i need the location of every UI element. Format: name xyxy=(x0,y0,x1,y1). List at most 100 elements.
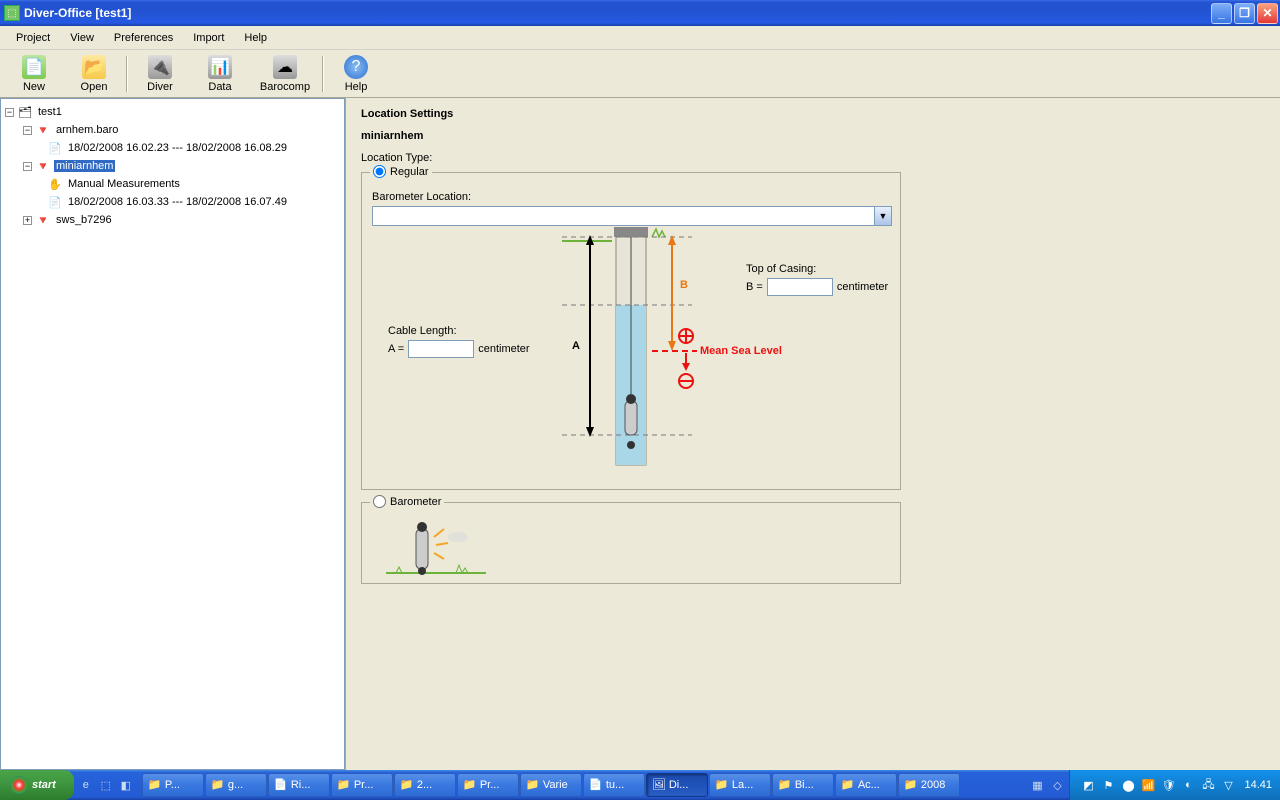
tree-panel[interactable]: − 🗂 test1 − 🔻 arnhem.baro 📄 18/02/2008 1… xyxy=(0,98,345,770)
help-icon: ? xyxy=(344,55,368,79)
app-icon: ⬚ xyxy=(4,5,20,21)
menu-project[interactable]: Project xyxy=(6,29,60,47)
toolbar-open-label: Open xyxy=(81,81,108,93)
maximize-button[interactable]: ❐ xyxy=(1234,3,1255,24)
toolbar-data-label: Data xyxy=(208,81,231,93)
taskbar-clock[interactable]: 14.41 xyxy=(1244,779,1272,791)
taskbar-item[interactable]: 📁La... xyxy=(709,773,771,797)
taskbar-item[interactable]: 📁Pr... xyxy=(331,773,393,797)
tree-node-sws[interactable]: + 🔻 sws_b7296 xyxy=(1,211,344,229)
expand-icon[interactable]: + xyxy=(23,216,32,225)
taskbar-item-label: P... xyxy=(165,779,180,791)
barometer-diagram xyxy=(386,519,496,579)
tree-node-manual[interactable]: ✋ Manual Measurements xyxy=(1,175,344,193)
barocomp-icon: ☁ xyxy=(273,55,297,79)
cable-length-block: Cable Length: A = centimeter xyxy=(388,325,530,358)
menu-import[interactable]: Import xyxy=(183,29,234,47)
tray-icon[interactable]: ◐ xyxy=(1180,777,1196,793)
taskbar-item[interactable]: 📁Pr... xyxy=(457,773,519,797)
tree-node-label: miniarnhem xyxy=(54,160,115,172)
location-type-label: Location Type: xyxy=(361,152,1268,164)
toolbar-separator xyxy=(126,56,128,92)
toolbar-barocomp[interactable]: ☁ Barocomp xyxy=(250,52,320,96)
taskbar-item-label: g... xyxy=(228,779,243,791)
close-button[interactable]: ✕ xyxy=(1257,3,1278,24)
cable-length-input[interactable] xyxy=(408,340,474,358)
collapse-icon[interactable]: − xyxy=(23,162,32,171)
tree-node-label: Manual Measurements xyxy=(66,178,182,190)
desktop-icon[interactable]: ⬚ xyxy=(97,776,115,794)
taskbar-item[interactable]: 📁Varie xyxy=(520,773,582,797)
toolbar-diver-label: Diver xyxy=(147,81,173,93)
collapse-icon[interactable]: − xyxy=(23,126,32,135)
toolbar: 📄 New 📂 Open 🔌 Diver 📊 Data ☁ Barocomp ?… xyxy=(0,50,1280,98)
tree-node-arnhem-data[interactable]: 📄 18/02/2008 16.02.23 --- 18/02/2008 16.… xyxy=(1,139,344,157)
taskbar-item-icon: 📁 xyxy=(715,778,729,792)
regular-radio[interactable] xyxy=(373,165,386,178)
tree-node-label: sws_b7296 xyxy=(54,214,114,226)
a-unit-label: centimeter xyxy=(478,343,529,355)
page-subtitle: miniarnhem xyxy=(361,130,1268,142)
collapse-icon[interactable]: − xyxy=(5,108,14,117)
taskbar-item[interactable]: 🖼Di... xyxy=(646,773,708,797)
toolbar-open[interactable]: 📂 Open xyxy=(64,52,124,96)
toolbar-new-label: New xyxy=(23,81,45,93)
toolbar-new[interactable]: 📄 New xyxy=(4,52,64,96)
minimize-button[interactable]: _ xyxy=(1211,3,1232,24)
ie-icon[interactable]: е xyxy=(77,776,95,794)
start-button[interactable]: start xyxy=(0,770,74,800)
data-icon: 📊 xyxy=(208,55,232,79)
barometer-radio-row[interactable]: Barometer xyxy=(370,495,444,508)
content-panel: Location Settings miniarnhem Location Ty… xyxy=(349,98,1280,770)
tray-icon[interactable]: 📶 xyxy=(1140,777,1156,793)
toolbar-data[interactable]: 📊 Data xyxy=(190,52,250,96)
toolbar-help-label: Help xyxy=(345,81,368,93)
manual-icon: ✋ xyxy=(47,176,63,192)
taskbar: start е ⬚ ◧ 📁P...📁g...📄Ri...📁Pr...📁2...📁… xyxy=(0,770,1280,800)
taskbar-item-icon: 📄 xyxy=(589,778,603,792)
toolbar-diver[interactable]: 🔌 Diver xyxy=(130,52,190,96)
app-icon[interactable]: ◧ xyxy=(117,776,135,794)
tray-icon[interactable]: ◩ xyxy=(1080,777,1096,793)
taskbar-item[interactable]: 📁P... xyxy=(142,773,204,797)
taskbar-item-label: 2008 xyxy=(921,779,945,791)
regular-radio-row[interactable]: Regular xyxy=(370,165,432,178)
taskbar-item[interactable]: 📁g... xyxy=(205,773,267,797)
taskbar-item[interactable]: 📁2... xyxy=(394,773,456,797)
taskbar-item[interactable]: 📄Ri... xyxy=(268,773,330,797)
taskbar-item-icon: 🖼 xyxy=(652,778,666,792)
tray-icon[interactable]: ⬤ xyxy=(1120,777,1136,793)
well-diagram: A B Mean Sea Level xyxy=(552,223,882,473)
start-label: start xyxy=(32,779,56,791)
tray-icon[interactable]: 🖧 xyxy=(1200,777,1216,793)
tree-node-miniarnhem-data[interactable]: 📄 18/02/2008 16.03.33 --- 18/02/2008 16.… xyxy=(1,193,344,211)
taskbar-item-icon: 📁 xyxy=(337,778,351,792)
tray-icon[interactable]: ⚑ xyxy=(1100,777,1116,793)
barometer-radio[interactable] xyxy=(373,495,386,508)
extra-icons: ▦ ◇ xyxy=(1025,776,1069,794)
taskbar-item[interactable]: 📁Bi... xyxy=(772,773,834,797)
taskbar-item-icon: 📁 xyxy=(841,778,855,792)
toolbar-help[interactable]: ? Help xyxy=(326,52,386,96)
tree-node-miniarnhem[interactable]: − 🔻 miniarnhem xyxy=(1,157,344,175)
tray-icon[interactable]: 🛡 xyxy=(1160,777,1176,793)
taskbar-item[interactable]: 📁2008 xyxy=(898,773,960,797)
menu-preferences[interactable]: Preferences xyxy=(104,29,183,47)
taskbar-item-icon: 📁 xyxy=(463,778,477,792)
taskbar-item[interactable]: 📄tu... xyxy=(583,773,645,797)
tray-extra-icon[interactable]: ▦ xyxy=(1028,776,1046,794)
tree-root[interactable]: − 🗂 test1 xyxy=(1,103,344,121)
taskbar-item[interactable]: 📁Ac... xyxy=(835,773,897,797)
taskbar-item-label: La... xyxy=(732,779,753,791)
taskbar-item-label: Di... xyxy=(669,779,689,791)
tray-extra-icon[interactable]: ◇ xyxy=(1048,776,1066,794)
taskbar-item-label: Pr... xyxy=(354,779,374,791)
tray-icon[interactable]: ▽ xyxy=(1220,777,1236,793)
menu-help[interactable]: Help xyxy=(234,29,277,47)
tree-node-label: 18/02/2008 16.03.33 --- 18/02/2008 16.07… xyxy=(66,196,289,208)
tree-node-arnhem[interactable]: − 🔻 arnhem.baro xyxy=(1,121,344,139)
barometer-location-label: Barometer Location: xyxy=(372,191,890,203)
open-icon: 📂 xyxy=(82,55,106,79)
menu-view[interactable]: View xyxy=(60,29,104,47)
toolbar-separator xyxy=(322,56,324,92)
